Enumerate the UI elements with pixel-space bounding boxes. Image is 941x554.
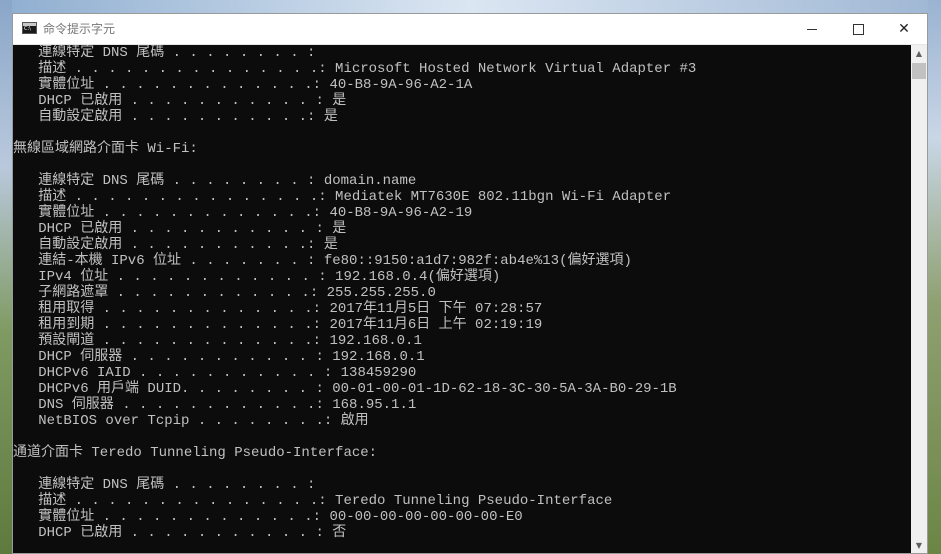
scroll-up-arrow-icon[interactable]: ▲: [911, 45, 927, 61]
scrollbar-thumb[interactable]: [912, 63, 926, 79]
vertical-scrollbar[interactable]: ▲ ▼: [911, 45, 927, 553]
desktop-background-right: [928, 0, 941, 554]
console-line: 描述 . . . . . . . . . . . . . . .: Micros…: [13, 61, 697, 77]
console-line: 自動設定啟用 . . . . . . . . . . .: 是: [13, 109, 338, 125]
console-line: 連線特定 DNS 尾碼 . . . . . . . . :: [13, 477, 316, 493]
desktop-background-top: [0, 0, 941, 14]
minimize-button[interactable]: [789, 14, 835, 44]
console-line: DHCP 已啟用 . . . . . . . . . . . : 否: [13, 525, 347, 541]
console-line: 連線特定 DNS 尾碼 . . . . . . . . :: [13, 45, 316, 61]
console-line: 實體位址 . . . . . . . . . . . . .: 00-00-00…: [13, 509, 523, 525]
desktop-background-left: [0, 0, 12, 554]
close-button[interactable]: ✕: [881, 14, 927, 44]
console-line: 租用取得 . . . . . . . . . . . . .: 2017年11月…: [13, 301, 543, 317]
scroll-down-arrow-icon[interactable]: ▼: [911, 537, 927, 553]
maximize-button[interactable]: [835, 14, 881, 44]
console-output[interactable]: 連線特定 DNS 尾碼 . . . . . . . . : 描述 . . . .…: [13, 45, 911, 553]
console-line: IPv4 位址 . . . . . . . . . . . . : 192.16…: [13, 269, 501, 285]
console-line: 連結-本機 IPv6 位址 . . . . . . . : fe80::9150…: [13, 253, 632, 269]
console-line: DHCP 已啟用 . . . . . . . . . . . : 是: [13, 221, 347, 237]
console-line: 租用到期 . . . . . . . . . . . . .: 2017年11月…: [13, 317, 543, 333]
command-prompt-window: 命令提示字元 ✕ 連線特定 DNS 尾碼 . . . . . . . . : 描…: [12, 13, 928, 554]
close-icon: ✕: [898, 21, 910, 37]
maximize-icon: [852, 23, 864, 35]
console-line: 預設閘道 . . . . . . . . . . . . .: 192.168.…: [13, 333, 422, 349]
console-line: DHCP 伺服器 . . . . . . . . . . . : 192.168…: [13, 349, 425, 365]
console-line: 描述 . . . . . . . . . . . . . . .: Teredo…: [13, 493, 613, 509]
console-line: DNS 伺服器 . . . . . . . . . . . .: 168.95.…: [13, 397, 417, 413]
console-line: DHCPv6 用戶端 DUID. . . . . . . . : 00-01-0…: [13, 381, 677, 397]
console-line: 無線區域網路介面卡 Wi-Fi:: [13, 141, 198, 157]
cmd-app-icon[interactable]: [22, 22, 37, 34]
console-line: 連線特定 DNS 尾碼 . . . . . . . . : domain.nam…: [13, 173, 417, 189]
console-line: NetBIOS over Tcpip . . . . . . . .: 啟用: [13, 413, 369, 429]
console-line: DHCP 已啟用 . . . . . . . . . . . : 是: [13, 93, 347, 109]
title-bar[interactable]: 命令提示字元 ✕: [13, 14, 927, 45]
console-line: 實體位址 . . . . . . . . . . . . .: 40-B8-9A…: [13, 205, 473, 221]
window-title: 命令提示字元: [43, 22, 116, 36]
console-line: 自動設定啟用 . . . . . . . . . . .: 是: [13, 237, 338, 253]
console-line: DHCPv6 IAID . . . . . . . . . . . : 1384…: [13, 365, 417, 381]
console-line: 描述 . . . . . . . . . . . . . . .: Mediat…: [13, 189, 672, 205]
console-line: 子網路遮罩 . . . . . . . . . . . .: 255.255.2…: [13, 285, 436, 301]
console-line: 通道介面卡 Teredo Tunneling Pseudo-Interface:: [13, 445, 378, 461]
console-line: 實體位址 . . . . . . . . . . . . .: 40-B8-9A…: [13, 77, 473, 93]
minimize-icon: [807, 28, 817, 30]
